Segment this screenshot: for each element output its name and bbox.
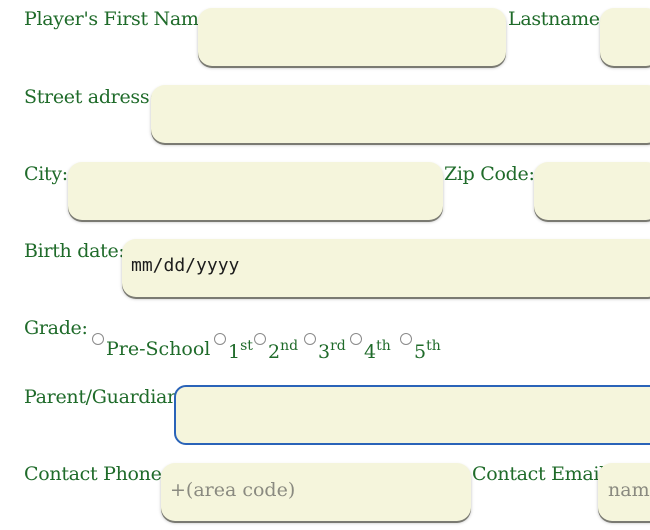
grade-radio-preschool[interactable] [92, 333, 104, 345]
street-field[interactable] [151, 85, 650, 143]
city-field[interactable] [68, 162, 443, 220]
grade-label: Grade: [24, 317, 88, 339]
last-name-label: Lastname: [508, 8, 606, 30]
street-label: Street adress: [24, 86, 156, 108]
parent-guardian-label: Parent/Guardian [24, 386, 179, 408]
city-label: City: [24, 163, 68, 185]
grade-option-4th: 4th [364, 338, 391, 363]
first-name-field[interactable] [198, 8, 506, 66]
grade-option-3rd: 3rd [318, 338, 346, 363]
birth-date-value: mm/dd/yyyy [131, 255, 240, 276]
birth-date-field[interactable]: mm/dd/yyyy [122, 239, 650, 297]
contact-email-label: Contact Email [472, 463, 605, 485]
first-name-label: Player's First Name: [24, 8, 216, 30]
grade-option-1st: 1st [228, 338, 253, 363]
contact-email-placeholder: name [608, 479, 650, 501]
grade-option-2nd: 2nd [268, 338, 299, 363]
grade-option-preschool: Pre-School [106, 338, 211, 360]
contact-phone-placeholder: +(area code) [170, 479, 296, 501]
parent-guardian-field[interactable] [174, 385, 650, 445]
grade-radio-4th[interactable] [350, 333, 362, 345]
grade-radio-3rd[interactable] [304, 333, 316, 345]
contact-email-field[interactable]: name [598, 463, 650, 521]
last-name-field[interactable] [600, 8, 650, 66]
grade-radio-5th[interactable] [400, 333, 412, 345]
grade-radio-2nd[interactable] [254, 333, 266, 345]
contact-phone-field[interactable]: +(area code) [161, 463, 471, 521]
grade-option-5th: 5th [414, 338, 441, 363]
contact-phone-label: Contact Phone [24, 463, 162, 485]
zip-label: Zip Code: [444, 163, 535, 185]
birth-date-label: Birth date: [24, 240, 125, 262]
grade-radio-1st[interactable] [214, 333, 226, 345]
zip-field[interactable] [534, 162, 650, 220]
